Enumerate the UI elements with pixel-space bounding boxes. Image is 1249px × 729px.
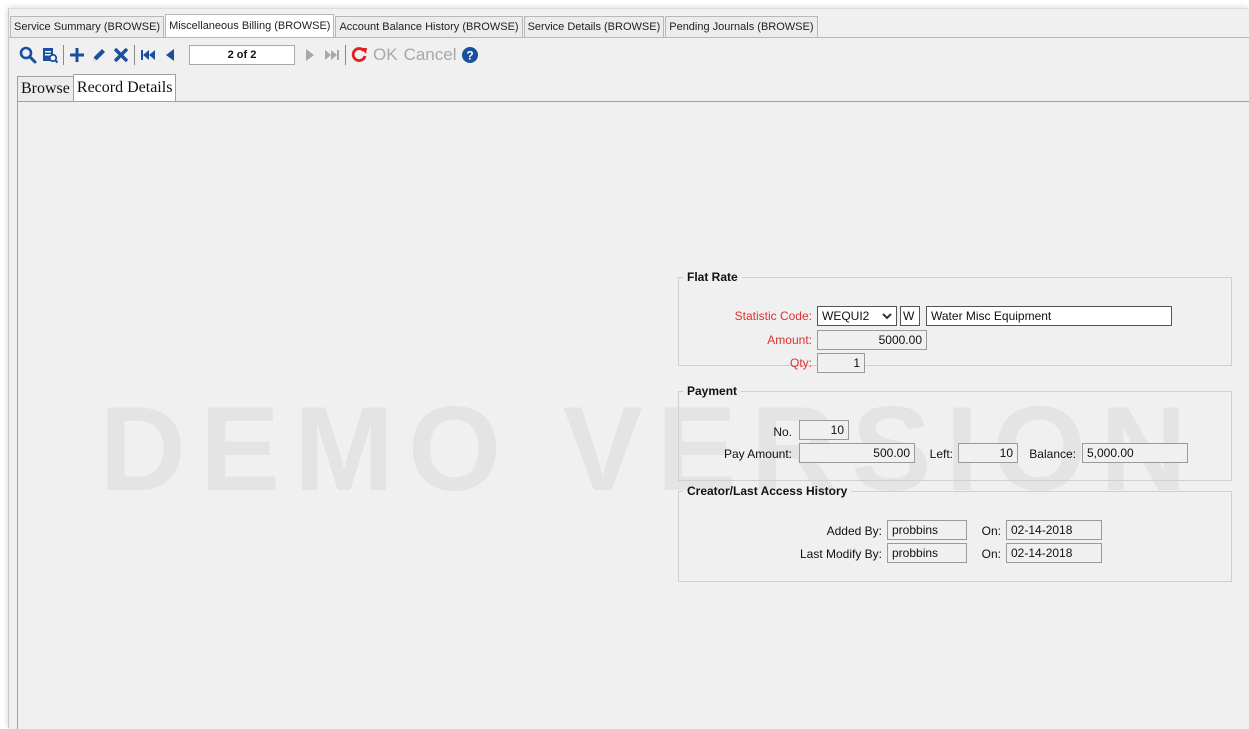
first-record-icon[interactable] [137,43,159,67]
previous-record-icon[interactable] [159,43,181,67]
added-by-field[interactable]: probbins [887,520,967,540]
modified-on-label: On: [981,547,1001,561]
tab-record-details[interactable]: Record Details [72,74,177,101]
next-record-icon[interactable] [299,43,321,67]
statistic-code-select[interactable]: WEQUI2 [817,306,897,326]
view-tab-bar: Browse Record Details [17,74,177,101]
creator-history-title: Creator/Last Access History [687,484,848,498]
added-on-field[interactable]: 02-14-2018 [1006,520,1102,540]
edit-icon[interactable] [88,43,110,67]
refresh-icon[interactable] [348,43,370,67]
toolbar-separator [134,45,135,65]
statistic-code-label: Statistic Code: [734,309,812,323]
help-icon[interactable]: ? [459,43,481,67]
left-label: Left: [929,447,953,461]
tab-bar-divider [9,37,1249,38]
amount-field[interactable]: 5000.00 [817,330,927,350]
balance-field[interactable]: 5,000.00 [1082,443,1188,463]
pay-amount-field[interactable]: 500.00 [799,443,915,463]
statistic-type-field[interactable]: W [900,306,920,326]
amount-label: Amount: [767,333,812,347]
cancel-button[interactable]: Cancel [401,45,460,65]
svg-text:?: ? [467,49,474,63]
added-by-label: Added By: [826,524,882,538]
statistic-code-value: WEQUI2 [822,309,870,323]
pay-amount-label: Pay Amount: [723,447,792,461]
record-details-panel: DEMO VERSION Flat Rate Statistic Code: W… [17,101,1249,729]
last-record-icon[interactable] [321,43,343,67]
add-icon[interactable] [66,43,88,67]
ok-button[interactable]: OK [370,45,401,65]
tab-browse[interactable]: Browse [17,76,74,101]
added-on-label: On: [981,524,1001,538]
payment-number-label: No. [773,425,792,439]
qty-label: Qty: [789,356,812,370]
balance-label: Balance: [1029,447,1076,461]
payment-number-field[interactable]: 10 [799,420,849,440]
application-window: Service Summary (BROWSE) Miscellaneous B… [8,8,1249,729]
last-modify-by-label: Last Modify By: [799,547,882,561]
qty-field[interactable]: 1 [817,353,865,373]
search-icon[interactable] [17,43,39,67]
report-icon[interactable] [39,43,61,67]
tab-service-summary[interactable]: Service Summary (BROWSE) [10,16,165,37]
left-field[interactable]: 10 [958,443,1018,463]
toolbar-separator [63,45,64,65]
delete-icon[interactable] [110,43,132,67]
module-tab-bar: Service Summary (BROWSE) Miscellaneous B… [9,14,818,37]
payment-title: Payment [687,384,738,398]
tab-miscellaneous-billing[interactable]: Miscellaneous Billing (BROWSE) [165,14,335,37]
record-toolbar: 2 of 2 OK Cancel ? [17,41,481,69]
tab-service-details[interactable]: Service Details (BROWSE) [523,16,665,37]
modified-on-field[interactable]: 02-14-2018 [1006,543,1102,563]
last-modify-by-field[interactable]: probbins [887,543,967,563]
statistic-description-field[interactable]: Water Misc Equipment [926,306,1172,326]
chevron-down-icon[interactable] [878,307,896,325]
record-position-field[interactable]: 2 of 2 [189,45,295,65]
tab-pending-journals[interactable]: Pending Journals (BROWSE) [665,16,818,37]
tab-account-balance-history[interactable]: Account Balance History (BROWSE) [335,16,523,37]
flat-rate-title: Flat Rate [687,270,738,284]
toolbar-separator [345,45,346,65]
